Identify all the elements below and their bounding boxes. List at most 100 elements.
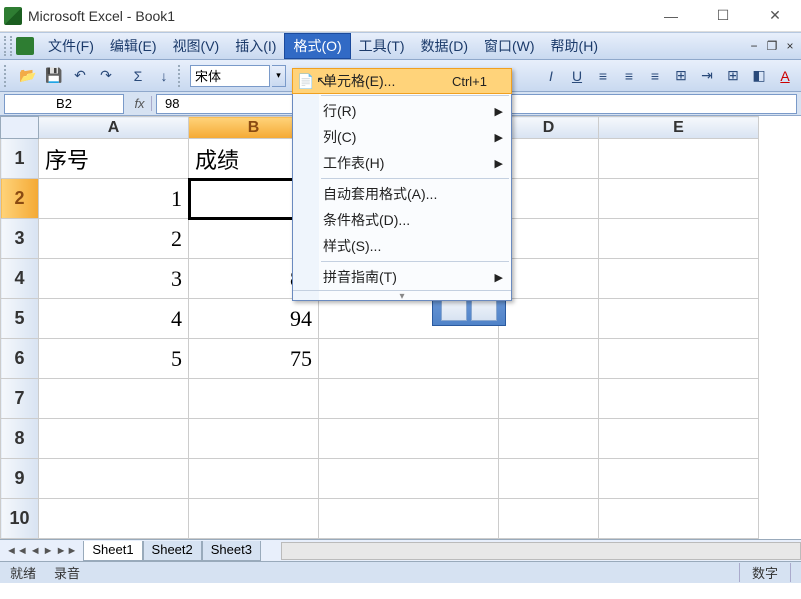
horizontal-scrollbar[interactable] xyxy=(281,542,801,560)
cell[interactable] xyxy=(499,219,599,259)
menu-cells[interactable]: 📄 ↖ 单元格(E)... Ctrl+1 xyxy=(292,68,512,94)
cell[interactable] xyxy=(39,379,189,419)
maximize-button[interactable]: ☐ xyxy=(709,2,737,30)
cell[interactable] xyxy=(499,179,599,219)
menu-file[interactable]: 文件(F) xyxy=(40,34,102,58)
cell[interactable] xyxy=(499,339,599,379)
merge-button[interactable]: ⊞ xyxy=(669,64,693,88)
menu-window[interactable]: 窗口(W) xyxy=(476,34,543,58)
row-header-9[interactable]: 9 xyxy=(1,459,39,499)
toolbar-handle-2[interactable] xyxy=(178,65,186,87)
menu-data[interactable]: 数据(D) xyxy=(413,34,476,58)
cell[interactable] xyxy=(189,499,319,539)
cell-a2[interactable]: 1 xyxy=(39,179,189,219)
cell[interactable] xyxy=(319,419,499,459)
align-left-button[interactable]: ≡ xyxy=(591,64,615,88)
row-header-7[interactable]: 7 xyxy=(1,379,39,419)
italic-button[interactable]: I xyxy=(539,64,563,88)
cell[interactable] xyxy=(39,419,189,459)
cell[interactable] xyxy=(599,179,759,219)
font-name-box[interactable]: 宋体 xyxy=(190,65,270,87)
cell[interactable] xyxy=(499,259,599,299)
cell[interactable] xyxy=(499,379,599,419)
menu-format[interactable]: 格式(O) xyxy=(284,33,350,59)
cell-b5[interactable]: 94 xyxy=(189,299,319,339)
cell[interactable] xyxy=(599,379,759,419)
menu-style[interactable]: 样式(S)... xyxy=(293,233,511,259)
toolbar-handle[interactable] xyxy=(4,65,12,87)
row-header-1[interactable]: 1 xyxy=(1,139,39,179)
row-header-3[interactable]: 3 xyxy=(1,219,39,259)
cell-b6[interactable]: 75 xyxy=(189,339,319,379)
mdi-close[interactable]: × xyxy=(783,39,797,53)
menu-row[interactable]: 行(R)▶ xyxy=(293,98,511,124)
menubar-handle[interactable] xyxy=(4,36,12,56)
cell[interactable] xyxy=(319,459,499,499)
align-center-button[interactable]: ≡ xyxy=(617,64,641,88)
workbook-icon[interactable] xyxy=(16,37,34,55)
sheet-tab-1[interactable]: Sheet1 xyxy=(83,541,142,561)
save-button[interactable]: 💾 xyxy=(42,64,66,88)
sheet-tab-3[interactable]: Sheet3 xyxy=(202,541,261,561)
underline-button[interactable]: U xyxy=(565,64,589,88)
align-right-button[interactable]: ≡ xyxy=(643,64,667,88)
menu-autoformat[interactable]: 自动套用格式(A)... xyxy=(293,181,511,207)
cell[interactable] xyxy=(599,259,759,299)
cell-a1[interactable]: 序号 xyxy=(39,139,189,179)
row-header-2[interactable]: 2 xyxy=(1,179,39,219)
row-header-10[interactable]: 10 xyxy=(1,499,39,539)
cell[interactable] xyxy=(319,379,499,419)
autosum-button[interactable]: Σ xyxy=(126,64,150,88)
cell-a4[interactable]: 3 xyxy=(39,259,189,299)
menu-insert[interactable]: 插入(I) xyxy=(227,34,284,58)
font-dropdown-icon[interactable]: ▾ xyxy=(272,65,286,87)
cell[interactable] xyxy=(189,459,319,499)
cell[interactable] xyxy=(599,139,759,179)
cell-a6[interactable]: 5 xyxy=(39,339,189,379)
cell[interactable] xyxy=(599,299,759,339)
menu-edit[interactable]: 编辑(E) xyxy=(102,34,165,58)
menu-expand-icon[interactable]: ▾ xyxy=(293,290,511,300)
sheet-tab-2[interactable]: Sheet2 xyxy=(143,541,202,561)
row-header-8[interactable]: 8 xyxy=(1,419,39,459)
undo-button[interactable]: ↶ xyxy=(68,64,92,88)
tab-next-button[interactable]: ► xyxy=(43,545,54,557)
cell[interactable] xyxy=(189,379,319,419)
cell[interactable] xyxy=(499,459,599,499)
row-header-6[interactable]: 6 xyxy=(1,339,39,379)
open-button[interactable]: 📂 xyxy=(16,64,40,88)
cell[interactable] xyxy=(499,419,599,459)
col-header-d[interactable]: D xyxy=(499,117,599,139)
name-box[interactable]: B2 xyxy=(4,94,124,114)
cell[interactable] xyxy=(39,499,189,539)
cell[interactable] xyxy=(599,219,759,259)
tab-last-button[interactable]: ►► xyxy=(56,545,78,557)
mdi-restore[interactable]: ❐ xyxy=(765,39,779,53)
menu-view[interactable]: 视图(V) xyxy=(165,34,228,58)
col-header-e[interactable]: E xyxy=(599,117,759,139)
mdi-minimize[interactable]: − xyxy=(747,39,761,53)
border-button[interactable]: ⊞ xyxy=(721,64,745,88)
minimize-button[interactable]: — xyxy=(657,2,685,30)
tab-prev-button[interactable]: ◄ xyxy=(30,545,41,557)
menu-phonetic[interactable]: 拼音指南(T)▶ xyxy=(293,264,511,290)
sort-button[interactable]: ↓ xyxy=(152,64,176,88)
col-header-a[interactable]: A xyxy=(39,117,189,139)
cell[interactable] xyxy=(319,499,499,539)
menu-conditional[interactable]: 条件格式(D)... xyxy=(293,207,511,233)
fx-button[interactable]: fx xyxy=(128,96,152,111)
redo-button[interactable]: ↷ xyxy=(94,64,118,88)
indent-button[interactable]: ⇥ xyxy=(695,64,719,88)
select-all-corner[interactable] xyxy=(1,117,39,139)
menu-help[interactable]: 帮助(H) xyxy=(543,34,606,58)
cell[interactable] xyxy=(39,459,189,499)
close-button[interactable]: ✕ xyxy=(761,2,789,30)
tab-first-button[interactable]: ◄◄ xyxy=(6,545,28,557)
cell[interactable] xyxy=(599,339,759,379)
cell[interactable] xyxy=(599,419,759,459)
cell-a5[interactable]: 4 xyxy=(39,299,189,339)
cell[interactable] xyxy=(599,499,759,539)
cell[interactable] xyxy=(599,459,759,499)
fill-color-button[interactable]: ◧ xyxy=(747,64,771,88)
menu-column[interactable]: 列(C)▶ xyxy=(293,124,511,150)
